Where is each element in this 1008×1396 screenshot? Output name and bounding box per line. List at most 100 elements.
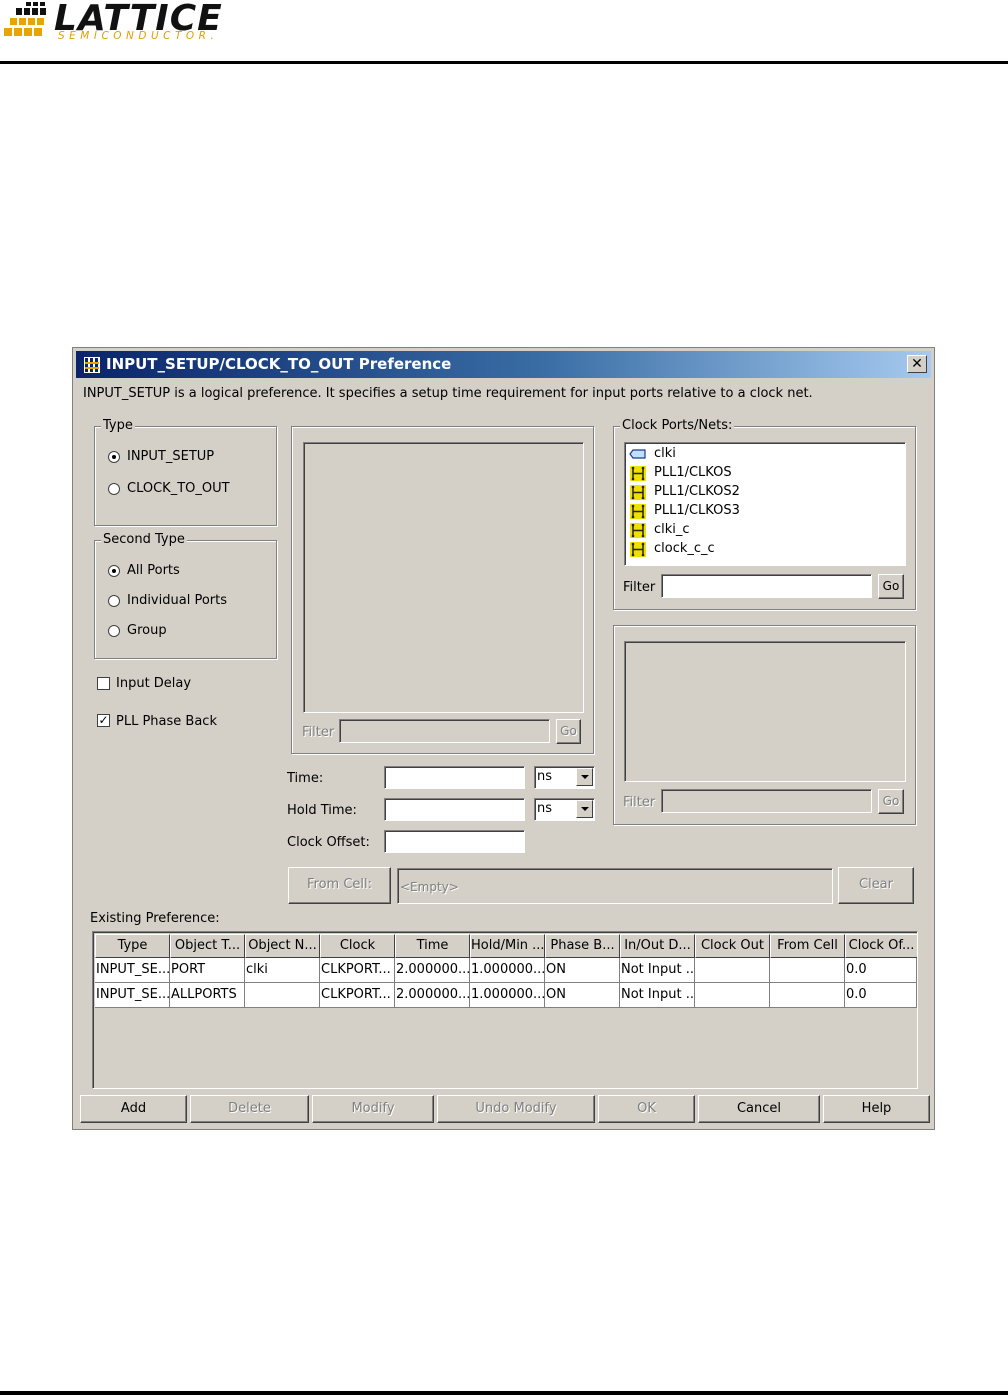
clock-filter-input[interactable] — [661, 574, 872, 598]
column-header[interactable]: Clock Of... — [845, 934, 917, 958]
table-cell — [770, 983, 845, 1008]
object-filter-input[interactable] — [339, 719, 550, 743]
selected-go-button[interactable]: Go — [878, 789, 904, 814]
input-delay-label: Input Delay — [116, 676, 192, 691]
clock-net-label: clki_c — [654, 522, 690, 537]
lattice-logo-subtitle: SEMICONDUCTOR. — [58, 30, 219, 42]
chevron-down-icon[interactable] — [576, 800, 593, 818]
all-ports-radio[interactable] — [108, 565, 120, 577]
title-bar[interactable]: INPUT_SETUP/CLOCK_TO_OUT Preference ✕ — [76, 351, 931, 378]
clock-net-label: clock_c_c — [654, 541, 715, 556]
clear-button[interactable]: Clear — [838, 867, 914, 904]
clock-port-label: clki — [654, 446, 676, 461]
clock-ports-legend: Clock Ports/Nets: — [620, 418, 735, 433]
existing-preference-table[interactable]: Type Object T... Object N... Clock Time … — [92, 931, 918, 1089]
object-filter-label: Filter — [302, 725, 335, 740]
table-cell — [245, 983, 320, 1008]
table-row[interactable]: INPUT_SE... PORT clki CLKPORT... 2.00000… — [95, 958, 917, 983]
column-header[interactable]: Clock — [320, 934, 395, 958]
table-cell: 2.000000... — [395, 983, 470, 1008]
cancel-button[interactable]: Cancel — [698, 1095, 820, 1123]
table-cell: CLKPORT... — [320, 983, 395, 1008]
pll-phase-back-label: PLL Phase Back — [116, 714, 217, 729]
from-cell-button[interactable]: From Cell: — [288, 867, 391, 904]
group-label: Group — [127, 623, 167, 638]
column-header[interactable]: In/Out D... — [620, 934, 695, 958]
table-cell: PORT — [170, 958, 245, 983]
ok-button[interactable]: OK — [598, 1095, 695, 1123]
input-setup-radio[interactable] — [108, 451, 120, 463]
clock-offset-input[interactable] — [384, 830, 525, 853]
hold-time-label: Hold Time: — [287, 803, 357, 818]
clock-ports-list[interactable]: clki PLL1/CLKOS PLL1/CLKOS2 PLL1/CLKOS3 … — [624, 442, 906, 566]
table-cell: ON — [545, 983, 620, 1008]
table-cell: INPUT_SE... — [95, 983, 170, 1008]
column-header[interactable]: Type — [95, 934, 170, 958]
all-ports-label: All Ports — [127, 563, 180, 578]
net-icon — [630, 466, 646, 481]
time-label: Time: — [287, 771, 324, 786]
group-radio[interactable] — [108, 625, 120, 637]
type-group: Type INPUT_SETUP CLOCK_TO_OUT — [94, 418, 277, 526]
modify-button[interactable]: Modify — [312, 1095, 434, 1123]
selected-clock-group: Filter Go — [613, 625, 916, 825]
clock-ports-group: Clock Ports/Nets: clki PLL1/CLKOS PLL1/C… — [613, 418, 916, 610]
clock-net-label: PLL1/CLKOS3 — [654, 503, 740, 518]
clock-to-out-radio[interactable] — [108, 483, 120, 495]
chevron-down-icon[interactable] — [576, 768, 593, 786]
header-rule — [0, 61, 1008, 64]
clock-go-button[interactable]: Go — [878, 574, 904, 599]
column-header[interactable]: Phase B... — [545, 934, 620, 958]
close-button[interactable]: ✕ — [907, 355, 927, 373]
column-header[interactable]: Object N... — [245, 934, 320, 958]
individual-ports-label: Individual Ports — [127, 593, 227, 608]
input-delay-checkbox[interactable] — [97, 677, 110, 690]
undo-modify-button[interactable]: Undo Modify — [437, 1095, 595, 1123]
clock-to-out-label: CLOCK_TO_OUT — [127, 481, 230, 496]
individual-ports-radio[interactable] — [108, 595, 120, 607]
table-cell: 2.000000... — [395, 958, 470, 983]
selected-filter-input[interactable] — [661, 789, 872, 813]
net-icon — [630, 523, 646, 538]
clock-filter-label: Filter — [623, 580, 656, 595]
table-cell: 1.000000... — [470, 958, 545, 983]
column-header[interactable]: From Cell — [770, 934, 845, 958]
object-list-group: Filter Go — [291, 426, 594, 754]
hold-time-unit-select[interactable]: ns — [534, 798, 595, 821]
table-cell: Not Input ... — [620, 958, 695, 983]
time-input[interactable] — [384, 766, 525, 789]
column-header[interactable]: Hold/Min ... — [470, 934, 545, 958]
table-cell — [770, 958, 845, 983]
delete-button[interactable]: Delete — [190, 1095, 309, 1123]
table-row[interactable]: INPUT_SE... ALLPORTS CLKPORT... 2.000000… — [95, 983, 917, 1008]
pll-phase-back-checkbox[interactable]: ✓ — [97, 714, 110, 727]
column-header[interactable]: Clock Out — [695, 934, 770, 958]
footer-rule — [0, 1391, 1008, 1395]
port-icon — [629, 449, 646, 459]
table-cell — [695, 958, 770, 983]
table-cell: 1.000000... — [470, 983, 545, 1008]
table-cell: clki — [245, 958, 320, 983]
preference-dialog: INPUT_SETUP/CLOCK_TO_OUT Preference ✕ IN… — [72, 347, 935, 1130]
column-header[interactable]: Time — [395, 934, 470, 958]
time-unit-value: ns — [537, 769, 553, 784]
hold-time-input[interactable] — [384, 798, 525, 821]
clock-net-label: PLL1/CLKOS — [654, 465, 732, 480]
lattice-logo-mark-icon — [4, 2, 46, 36]
clock-offset-label: Clock Offset: — [287, 835, 370, 850]
object-go-button[interactable]: Go — [556, 719, 581, 744]
time-unit-select[interactable]: ns — [534, 766, 595, 789]
column-header[interactable]: Object T... — [170, 934, 245, 958]
selected-clock-list[interactable] — [624, 641, 906, 782]
second-type-legend: Second Type — [101, 532, 187, 547]
table-cell: 0.0 — [845, 983, 917, 1008]
hold-time-unit-value: ns — [537, 801, 553, 816]
table-cell: 0.0 — [845, 958, 917, 983]
add-button[interactable]: Add — [80, 1095, 187, 1123]
from-cell-field[interactable]: <Empty> — [397, 868, 833, 904]
input-setup-label: INPUT_SETUP — [127, 449, 215, 464]
object-list[interactable] — [303, 442, 584, 713]
net-icon — [630, 485, 646, 500]
help-button[interactable]: Help — [823, 1095, 930, 1123]
table-cell — [695, 983, 770, 1008]
